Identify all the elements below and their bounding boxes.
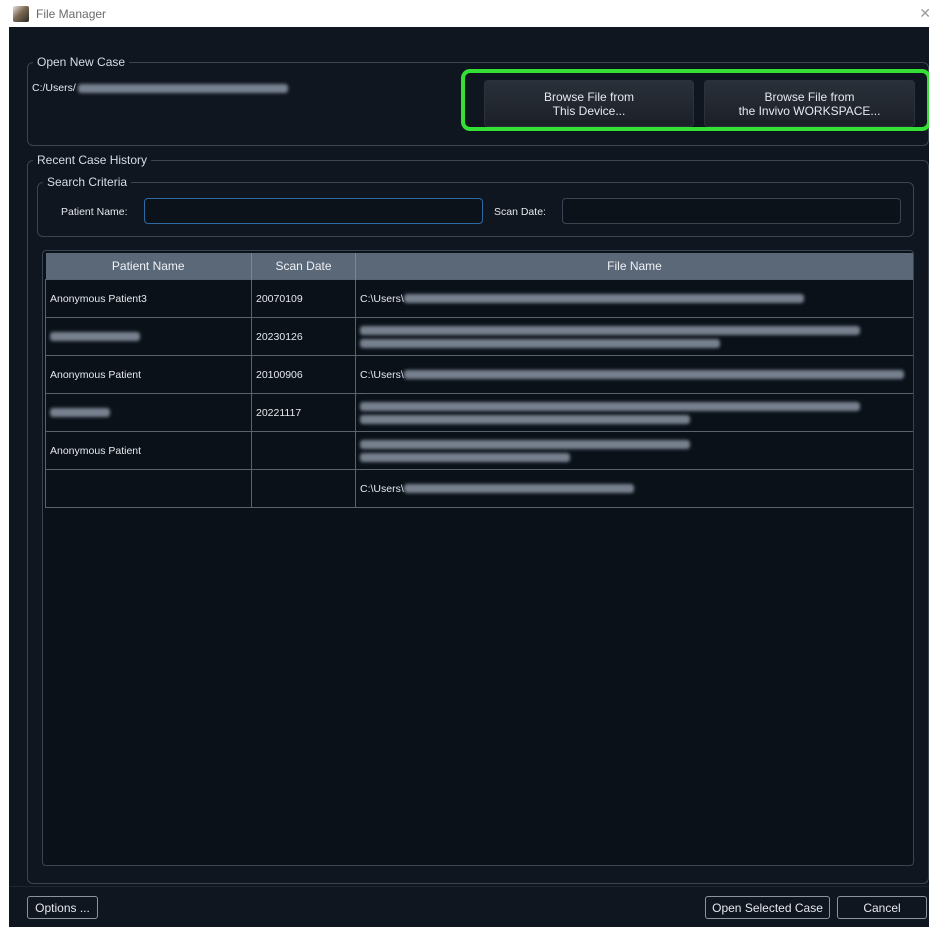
- case-table-frame: Patient Name Scan Date File Name Anonymo…: [42, 250, 914, 866]
- table-row[interactable]: 20221117: [45, 393, 913, 432]
- table-row[interactable]: Anonymous Patient 20100906 C:\Users\: [45, 355, 913, 394]
- path-prefix: C:/Users/: [32, 82, 76, 94]
- scan-date-cell: 20070109: [251, 279, 356, 318]
- table-row[interactable]: Anonymous Patient: [45, 431, 913, 470]
- patient-name-cell: [45, 317, 252, 356]
- file-name-cell: C:\Users\: [355, 355, 913, 394]
- browse-device-line2: This Device...: [552, 103, 626, 118]
- scan-date-cell: [251, 431, 356, 470]
- redacted-path: [77, 84, 288, 93]
- scan-date-cell: 20100906: [251, 355, 356, 394]
- table-row[interactable]: C:\Users\: [45, 469, 913, 508]
- column-header-file-name[interactable]: File Name: [355, 253, 913, 280]
- column-header-scan-date[interactable]: Scan Date: [251, 253, 356, 280]
- cancel-button[interactable]: Cancel: [837, 896, 927, 919]
- footer-divider: [9, 886, 929, 887]
- open-new-case-title: Open New Case: [33, 55, 130, 69]
- redacted-file-path: [360, 325, 860, 335]
- search-criteria-title: Search Criteria: [43, 175, 132, 189]
- options-button[interactable]: Options ...: [27, 896, 98, 919]
- scan-date-label: Scan Date:: [494, 206, 546, 218]
- browse-device-line1: Browse File from: [543, 89, 635, 104]
- file-prefix: C:\Users\: [360, 292, 404, 305]
- redacted-file-path: [403, 484, 634, 493]
- table-row[interactable]: Anonymous Patient3 20070109 C:\Users\: [45, 279, 913, 318]
- browse-workspace-line1: Browse File from: [764, 89, 855, 104]
- patient-name-cell: Anonymous Patient: [45, 431, 252, 470]
- patient-name-cell: [45, 469, 252, 508]
- file-name-cell: [355, 431, 913, 470]
- open-selected-case-button[interactable]: Open Selected Case: [705, 896, 830, 919]
- redacted-file-path: [403, 370, 904, 379]
- file-prefix: C:\Users\: [360, 368, 404, 381]
- table-row[interactable]: 20230126: [45, 317, 913, 356]
- column-header-patient-name[interactable]: Patient Name: [45, 253, 252, 280]
- patient-name-cell: Anonymous Patient3: [45, 279, 252, 318]
- redacted-file-path: [360, 401, 860, 411]
- window-title: File Manager: [36, 6, 107, 21]
- redacted-file-path: [360, 414, 690, 424]
- file-prefix: C:\Users\: [360, 482, 404, 495]
- close-icon[interactable]: ✕: [919, 5, 929, 22]
- redacted-file-path: [360, 439, 690, 449]
- case-table: Patient Name Scan Date File Name Anonymo…: [45, 253, 913, 508]
- patient-name-input[interactable]: [144, 198, 483, 224]
- scan-date-input[interactable]: [562, 198, 901, 224]
- table-header-row: Patient Name Scan Date File Name: [45, 253, 913, 280]
- patient-name-label: Patient Name:: [61, 206, 128, 218]
- scan-date-cell: [251, 469, 356, 508]
- file-name-cell: [355, 317, 913, 356]
- browse-workspace-button[interactable]: Browse File from the Invivo WORKSPACE...: [704, 80, 915, 127]
- recent-case-history-title: Recent Case History: [33, 153, 152, 167]
- browse-workspace-line2: the Invivo WORKSPACE...: [738, 103, 881, 118]
- redacted-file-path: [360, 338, 720, 348]
- browse-device-button[interactable]: Browse File from This Device...: [484, 80, 694, 127]
- file-name-cell: C:\Users\: [355, 469, 913, 508]
- patient-name-cell: Anonymous Patient: [45, 355, 252, 394]
- scan-date-cell: 20221117: [251, 393, 356, 432]
- redacted-patient-name: [50, 332, 140, 342]
- redacted-file-path: [360, 452, 570, 462]
- file-name-cell: [355, 393, 913, 432]
- app-logo-icon: [13, 5, 29, 22]
- case-directory-path: C:/Users/: [32, 82, 288, 94]
- redacted-file-path: [403, 294, 804, 303]
- redacted-patient-name: [50, 408, 110, 418]
- patient-name-cell: [45, 393, 252, 432]
- title-bar: File Manager ✕: [9, 0, 929, 27]
- file-name-cell: C:\Users\: [355, 279, 913, 318]
- scan-date-cell: 20230126: [251, 317, 356, 356]
